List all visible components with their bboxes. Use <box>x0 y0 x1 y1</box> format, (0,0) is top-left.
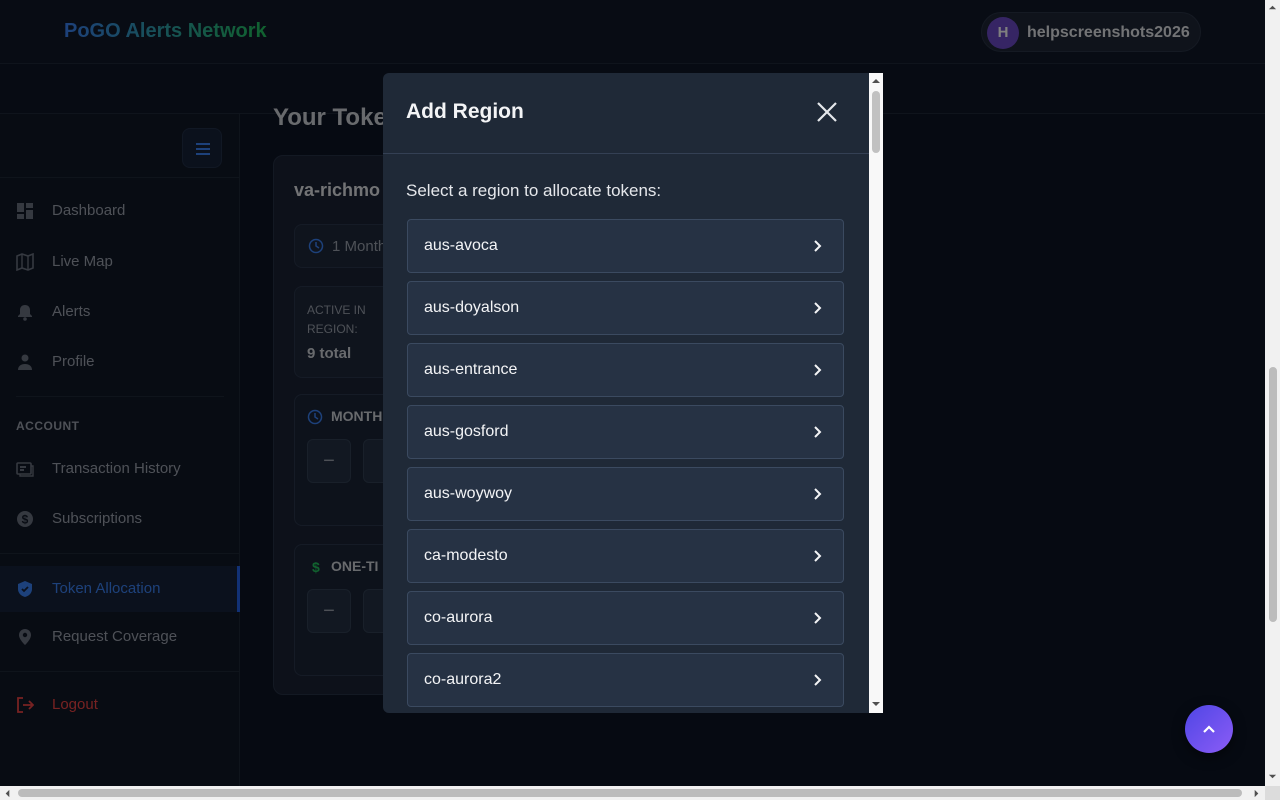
horizontal-scrollbar-thumb[interactable] <box>18 789 1242 797</box>
scroll-left-arrow-icon[interactable] <box>3 789 12 798</box>
horizontal-scrollbar[interactable] <box>0 786 1265 800</box>
modal-prompt: Select a region to allocate tokens: <box>406 181 662 200</box>
scrollbar-corner <box>1265 786 1280 800</box>
app-page: PoGO Alerts Network H helpscreenshots202… <box>0 0 1280 800</box>
region-option[interactable]: ca-modesto <box>407 529 844 583</box>
modal-scrollbar[interactable] <box>869 73 883 713</box>
scroll-down-arrow-icon[interactable] <box>1268 772 1277 781</box>
region-label: co-aurora2 <box>424 671 502 688</box>
modal-header: Add Region <box>383 73 869 154</box>
vertical-scrollbar-thumb[interactable] <box>1269 367 1277 622</box>
chevron-right-icon <box>814 550 822 562</box>
region-label: co-aurora <box>424 609 493 626</box>
scroll-up-arrow-icon[interactable] <box>1268 3 1277 12</box>
region-option[interactable]: aus-avoca <box>407 219 844 273</box>
region-option[interactable]: co-aurora <box>407 591 844 645</box>
region-label: aus-gosford <box>424 423 509 440</box>
scroll-down-arrow-icon[interactable] <box>871 699 881 709</box>
region-label: aus-woywoy <box>424 485 513 502</box>
close-icon[interactable] <box>815 100 839 124</box>
chevron-right-icon <box>814 240 822 252</box>
scroll-right-arrow-icon[interactable] <box>1252 789 1261 798</box>
chevron-right-icon <box>814 674 822 686</box>
chevron-right-icon <box>814 364 822 376</box>
region-option[interactable]: aus-woywoy <box>407 467 844 521</box>
region-option[interactable]: aus-doyalson <box>407 281 844 335</box>
region-option[interactable]: aus-entrance <box>407 343 844 397</box>
region-option[interactable]: co-aurora2 <box>407 653 844 707</box>
chevron-up-icon <box>1203 725 1215 733</box>
chevron-right-icon <box>814 488 822 500</box>
vertical-scrollbar[interactable] <box>1265 0 1280 786</box>
chevron-right-icon <box>814 426 822 438</box>
scroll-up-arrow-icon[interactable] <box>871 76 881 86</box>
region-option[interactable]: aus-gosford <box>407 405 844 459</box>
chevron-right-icon <box>814 302 822 314</box>
chevron-right-icon <box>814 612 822 624</box>
region-label: aus-doyalson <box>424 299 520 316</box>
region-label: aus-entrance <box>424 361 518 378</box>
region-label: aus-avoca <box>424 237 498 254</box>
add-region-modal: Add Region Select a region to allocate t… <box>383 73 883 713</box>
modal-title: Add Region <box>406 100 524 123</box>
modal-scrollbar-thumb[interactable] <box>872 91 880 153</box>
scroll-to-top-button[interactable] <box>1185 705 1233 753</box>
region-label: ca-modesto <box>424 547 508 564</box>
